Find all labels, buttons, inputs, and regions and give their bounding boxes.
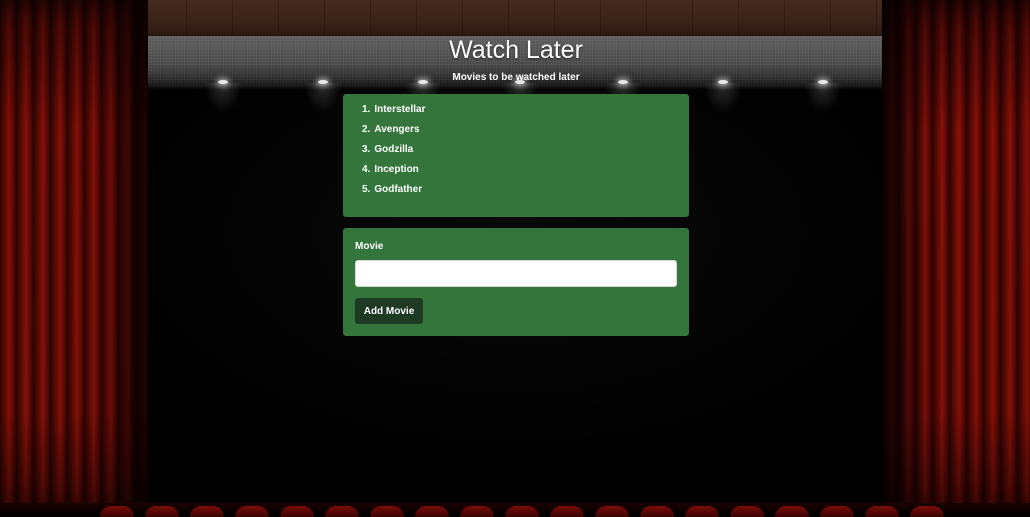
list-item-title: Interstellar [374, 104, 426, 115]
seat-icon [730, 506, 764, 517]
list-item-number: 3. [362, 144, 371, 155]
seat-icon [415, 506, 449, 517]
seat-icon [550, 506, 584, 517]
seat-icon [145, 506, 179, 517]
ceiling-panels [140, 0, 890, 36]
left-curtain [0, 0, 148, 517]
movie-list: 1. Interstellar 2. Avengers 3. Godzilla 4. I… [343, 94, 689, 197]
seat-icon [865, 506, 899, 517]
list-item-number: 1. [362, 104, 371, 115]
seat-icon [595, 506, 629, 517]
list-item: 1. Interstellar [362, 103, 689, 117]
list-item-title: Godzilla [374, 144, 414, 155]
list-item: 4. Inception [362, 163, 689, 177]
right-curtain [882, 0, 1030, 517]
seat-icon [280, 506, 314, 517]
list-item-number: 2. [362, 124, 371, 135]
seat-icon [820, 506, 854, 517]
seat-icon [100, 506, 134, 517]
seat-icon [910, 506, 944, 517]
seat-icon [685, 506, 719, 517]
seat-icon [235, 506, 269, 517]
seat-icon [775, 506, 809, 517]
list-item-title: Avengers [374, 124, 420, 135]
seat-icon [325, 506, 359, 517]
list-item-title: Godfather [374, 184, 423, 195]
list-item: 2. Avengers [362, 123, 689, 137]
seat-icon [640, 506, 674, 517]
seat-icon [505, 506, 539, 517]
seat-icon [370, 506, 404, 517]
seat-icon [190, 506, 224, 517]
add-movie-form: Movie Add Movie [343, 228, 689, 336]
list-item-number: 4. [362, 164, 371, 175]
add-movie-button[interactable]: Add Movie [355, 298, 423, 324]
movie-list-panel: 1. Interstellar 2. Avengers 3. Godzilla 4. I… [343, 94, 689, 217]
seat-icon [460, 506, 494, 517]
movie-input[interactable] [355, 260, 677, 287]
list-item-number: 5. [362, 184, 371, 195]
page-title: Watch Later [449, 36, 583, 64]
list-item-title: Inception [374, 164, 419, 175]
list-item: 5. Godfather [362, 183, 689, 197]
page-subtitle: Movies to be watched later [452, 72, 580, 83]
movie-field-label: Movie [355, 241, 384, 252]
theater-stage: Watch Later Movies to be watched later 1… [0, 0, 1030, 517]
list-item: 3. Godzilla [362, 143, 689, 157]
